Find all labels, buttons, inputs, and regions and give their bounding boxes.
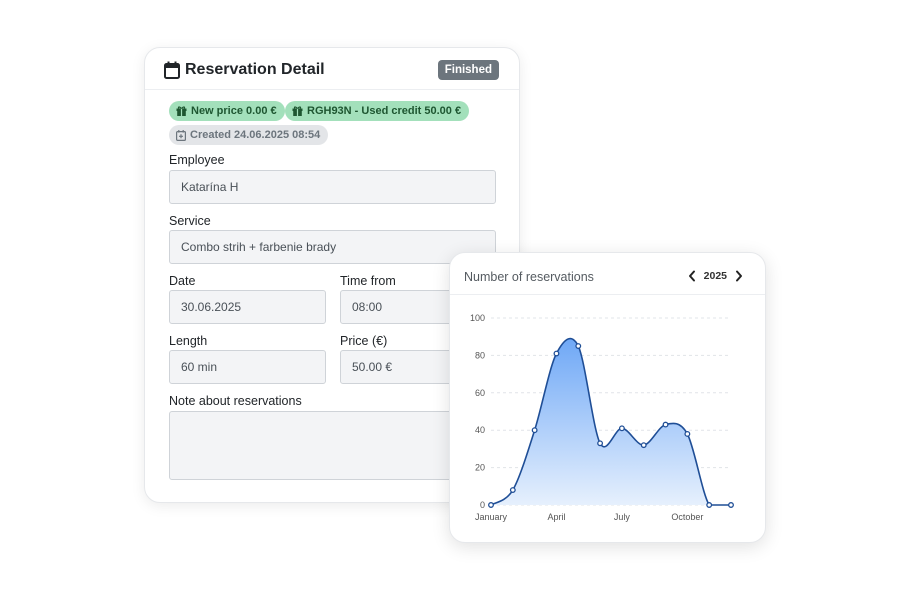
data-point[interactable] <box>618 425 625 432</box>
service-field[interactable]: Combo strih + farbenie brady <box>169 230 496 264</box>
data-point[interactable] <box>531 427 538 434</box>
tag-label: RGH93N - Used credit 50.00 € <box>307 105 462 117</box>
data-point[interactable] <box>509 487 516 493</box>
price-label: Price (€) <box>340 334 388 348</box>
time-from-label: Time from <box>340 274 396 288</box>
tag-label: Created 24.06.2025 08:54 <box>190 129 321 141</box>
credit-tag: RGH93N - Used credit 50.00 € <box>285 101 470 121</box>
y-tick-label: 40 <box>475 425 485 435</box>
card-header: Reservation Detail Finished <box>145 48 519 90</box>
series-area <box>491 338 731 505</box>
y-tick-label: 20 <box>475 463 485 473</box>
gift-icon <box>176 106 187 116</box>
x-tick-label: October <box>671 512 703 522</box>
data-point[interactable] <box>706 502 713 508</box>
data-point[interactable] <box>728 502 734 508</box>
note-label: Note about reservations <box>169 394 302 408</box>
employee-field[interactable]: Katarína H <box>169 170 496 204</box>
date-field[interactable]: 30.06.2025 <box>169 290 326 324</box>
data-point[interactable] <box>684 430 691 437</box>
calendar-plus-icon <box>176 129 186 141</box>
page-title: Reservation Detail <box>185 61 325 78</box>
tag-label: New price 0.00 € <box>191 105 277 117</box>
data-point[interactable] <box>597 440 604 447</box>
length-field[interactable]: 60 min <box>169 350 326 384</box>
x-tick-label: April <box>547 512 565 522</box>
calendar-icon <box>164 61 180 79</box>
gift-icon <box>292 106 303 116</box>
date-label: Date <box>169 274 196 288</box>
new-price-tag: New price 0.00 € <box>169 101 285 121</box>
created-tag: Created 24.06.2025 08:54 <box>169 125 329 145</box>
y-tick-label: 80 <box>475 350 485 360</box>
data-point[interactable] <box>662 421 669 428</box>
reservations-chart-card: Number of reservations 2025 0 20 40 60 80 100… <box>449 252 766 543</box>
y-tick-label: 60 <box>475 388 485 398</box>
x-tick-label: July <box>614 512 631 522</box>
note-textarea[interactable] <box>169 411 496 480</box>
y-tick-label: 0 <box>480 500 485 510</box>
x-tick-label: January <box>475 512 508 522</box>
data-point[interactable] <box>553 350 560 357</box>
employee-label: Employee <box>169 153 225 167</box>
data-point[interactable] <box>640 442 647 449</box>
reservations-area-chart: 0 20 40 60 80 100 January April July October <box>470 313 734 522</box>
data-point[interactable] <box>488 502 494 508</box>
length-label: Length <box>169 334 208 348</box>
data-point[interactable] <box>575 343 582 349</box>
y-tick-label: 100 <box>470 313 485 323</box>
status-badge: Finished <box>437 60 499 80</box>
service-label: Service <box>169 214 211 228</box>
